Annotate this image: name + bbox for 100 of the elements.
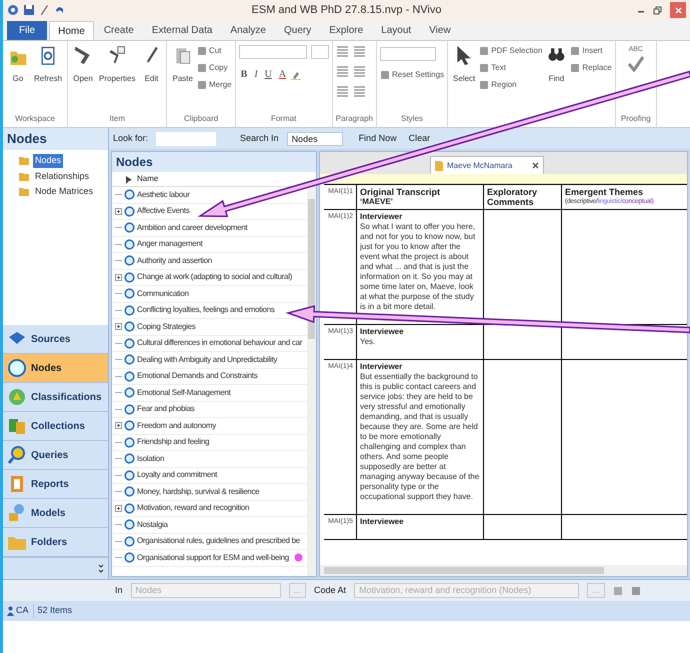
node-name[interactable]: Communication: [137, 288, 189, 300]
format-button[interactable]: A: [276, 67, 288, 82]
more-icon[interactable]: [98, 564, 104, 574]
node-name[interactable]: Organisational rules, guidelines and prescribed be: [137, 535, 300, 548]
node-name[interactable]: Anger management: [137, 238, 202, 250]
ribbon-tab[interactable]: Analyze: [222, 21, 274, 40]
nav-button[interactable]: Classifications: [3, 383, 108, 412]
ribbon-tab[interactable]: Query: [276, 21, 320, 40]
node-name[interactable]: Fear and phobias: [137, 403, 194, 416]
paragraph-bullets-icon[interactable]: [336, 45, 349, 57]
node-name[interactable]: Dealing with Ambiguity and Unpredictability: [137, 354, 278, 366]
expand-icon[interactable]: [115, 504, 122, 512]
ribbon-button[interactable]: Copy: [196, 62, 232, 74]
ribbon-tab[interactable]: Layout: [373, 21, 420, 40]
speaker-label: Interviewee: [360, 327, 405, 337]
document-tab[interactable]: Maeve McNamara: [430, 156, 544, 174]
node-name[interactable]: Coping Strategies: [137, 320, 196, 333]
node-name[interactable]: Nostalgia: [137, 518, 168, 531]
nav-button[interactable]: Models: [3, 499, 108, 528]
paragraph-indent-icon[interactable]: [336, 65, 349, 77]
user-initials: CA: [16, 604, 29, 618]
ribbon-tab[interactable]: Create: [96, 21, 142, 40]
node-name[interactable]: Affective Events: [137, 205, 190, 218]
font-name-field[interactable]: [238, 45, 307, 59]
column-header[interactable]: Name: [137, 173, 312, 185]
node-name[interactable]: Emotional Self-Management: [137, 386, 230, 399]
node-name[interactable]: Aesthetic labour: [137, 188, 190, 201]
ribbon-button[interactable]: Find: [544, 45, 568, 85]
expand-icon[interactable]: [115, 422, 122, 430]
pen-icon[interactable]: [39, 4, 49, 16]
node-name[interactable]: Freedom and autonomy: [137, 420, 216, 432]
format-button[interactable]: B: [238, 67, 250, 82]
close-icon[interactable]: [532, 162, 540, 169]
ribbon-button[interactable]: Edit: [139, 45, 164, 85]
ribbon-button[interactable]: Cut: [196, 45, 232, 57]
nav-button[interactable]: Reports: [3, 470, 108, 499]
search-in-button[interactable]: Search In: [240, 132, 279, 146]
format-button[interactable]: I: [252, 67, 260, 82]
node-name[interactable]: Isolation: [137, 452, 164, 465]
item-count: 52 Items: [32, 604, 76, 618]
node-name[interactable]: Ambition and career development: [137, 222, 248, 234]
ribbon-tab[interactable]: Home: [49, 21, 94, 40]
ribbon-button[interactable]: Paste: [170, 45, 195, 85]
ribbon-tab[interactable]: External Data: [144, 21, 220, 40]
paragraph-align-icon[interactable]: [352, 85, 366, 97]
paragraph-indent-icon[interactable]: [352, 65, 366, 77]
highlight-icon[interactable]: [291, 70, 302, 80]
ribbon-button[interactable]: Insert: [570, 45, 612, 57]
ribbon-button[interactable]: Properties: [97, 45, 138, 85]
node-name[interactable]: Money, hardship, survival & resilience: [137, 486, 260, 498]
ribbon-button[interactable]: Text: [479, 62, 542, 74]
scrollbar[interactable]: [307, 187, 316, 576]
ribbon-button[interactable]: Refresh: [32, 45, 64, 85]
ribbon-button[interactable]: Replace: [570, 62, 612, 74]
paragraph-bullets-icon[interactable]: [352, 45, 366, 57]
close-button[interactable]: [670, 2, 686, 18]
ribbon-button[interactable]: Merge: [196, 79, 232, 91]
paragraph-align-icon[interactable]: [336, 85, 349, 97]
style-field[interactable]: [380, 47, 436, 61]
expand-icon[interactable]: [115, 274, 122, 281]
expand-icon[interactable]: [115, 208, 122, 215]
nav-button[interactable]: Sources: [3, 325, 108, 354]
font-size-field[interactable]: [310, 45, 329, 59]
node-name[interactable]: Authority and assertion: [137, 254, 212, 267]
look-for-field[interactable]: [156, 132, 216, 146]
nav-button[interactable]: Queries: [3, 441, 108, 470]
expand-icon[interactable]: [115, 323, 122, 330]
node-name[interactable]: Conflicting loyalties, feelings and emotions: [137, 304, 275, 316]
ribbon-tab[interactable]: File: [7, 21, 48, 40]
node-name[interactable]: Emotional Demands and Constraints: [137, 370, 258, 382]
node-name[interactable]: Friendship and feeling: [137, 436, 210, 448]
ribbon-button[interactable]: PDF Selection: [479, 45, 542, 57]
ribbon-button[interactable]: Open: [71, 45, 96, 85]
ribbon-button[interactable]: Go: [6, 45, 30, 85]
tree-item[interactable]: Node Matrices: [33, 185, 96, 198]
node-name[interactable]: Cultural differences in emotional behaviour and car: [137, 337, 302, 350]
clear-button[interactable]: Clear: [408, 132, 430, 146]
reset-settings-button[interactable]: Reset Settings: [380, 69, 444, 81]
ribbon-button[interactable]: Select: [451, 45, 478, 85]
nav-button[interactable]: Collections: [3, 412, 108, 441]
node-name[interactable]: Motivation, reward and recognition: [137, 502, 250, 514]
format-button[interactable]: U: [262, 67, 274, 82]
node-name[interactable]: Change at work (adapting to social and cultural): [137, 271, 292, 284]
node-name[interactable]: Organisational support for ESM and well-being: [137, 552, 289, 564]
restore-icon[interactable]: [653, 6, 662, 14]
search-in-field[interactable]: Nodes: [286, 132, 343, 146]
close-icon: [674, 6, 682, 14]
ribbon-tab[interactable]: View: [421, 21, 459, 40]
nav-button[interactable]: Nodes: [3, 354, 108, 383]
uncode-icon[interactable]: [630, 586, 641, 596]
tree-item[interactable]: Nodes: [33, 154, 64, 168]
save-icon[interactable]: [23, 4, 35, 16]
scrollbar[interactable]: [320, 565, 687, 576]
node-icon: [124, 354, 135, 366]
ribbon-button[interactable]: Region: [479, 79, 542, 91]
node-name[interactable]: Loyalty and commitment: [137, 469, 218, 482]
find-now-button[interactable]: Find Now: [358, 132, 397, 146]
nav-button[interactable]: Folders: [3, 528, 108, 557]
tree-item[interactable]: Relationships: [33, 170, 92, 183]
ribbon-tab[interactable]: Explore: [321, 21, 372, 40]
